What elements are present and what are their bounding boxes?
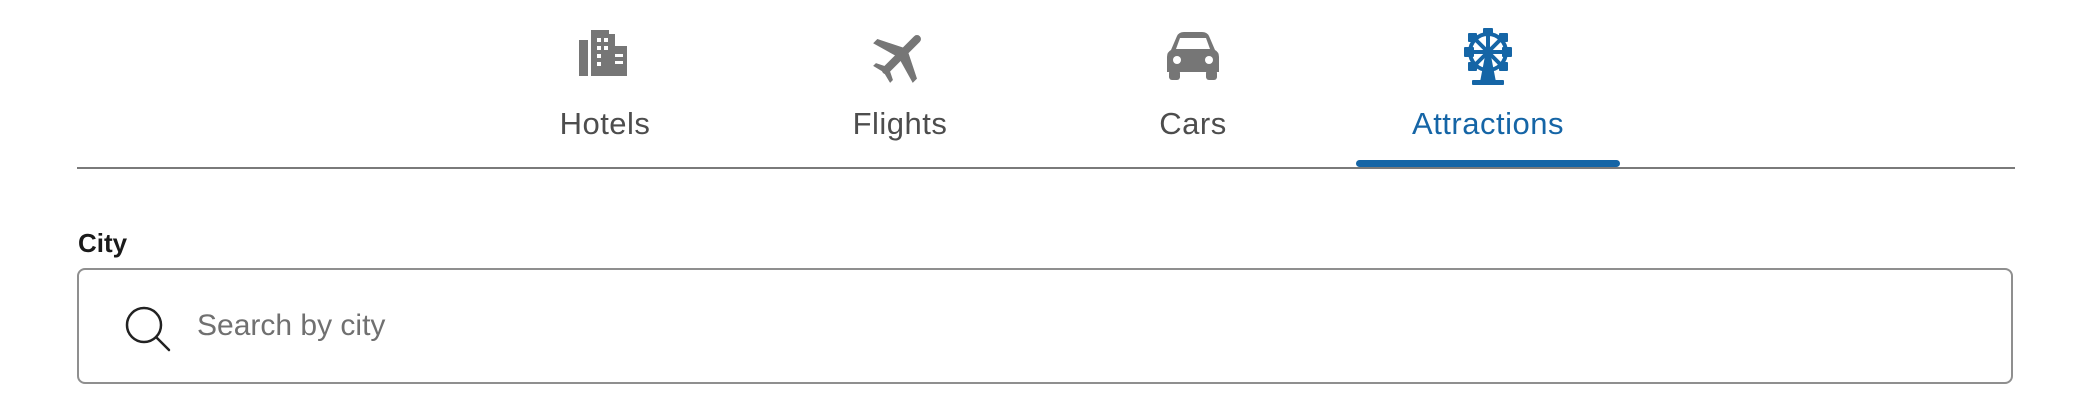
tab-label: Flights: [852, 106, 948, 141]
search-icon: [123, 304, 173, 354]
tab-label: Cars: [1159, 106, 1227, 141]
tab-label: Attractions: [1412, 106, 1564, 141]
tab-cars[interactable]: Cars: [1123, 0, 1263, 168]
tab-label: Hotels: [559, 106, 651, 141]
tab-attractions[interactable]: Attractions: [1356, 0, 1620, 168]
tabs-divider: [77, 167, 2015, 169]
city-field-label: City: [78, 228, 128, 258]
ferris-wheel-icon: [1458, 26, 1518, 86]
active-tab-indicator: [1356, 160, 1620, 167]
car-icon: [1163, 26, 1223, 86]
hotel-building-icon: [575, 26, 635, 86]
city-search-input[interactable]: [197, 298, 1957, 354]
airplane-icon: [870, 26, 930, 86]
category-tabs: Hotels Flights Cars Attractions: [0, 0, 2080, 168]
tab-flights[interactable]: Flights: [830, 0, 970, 168]
city-search-box[interactable]: [77, 268, 2013, 384]
tab-hotels[interactable]: Hotels: [535, 0, 675, 168]
